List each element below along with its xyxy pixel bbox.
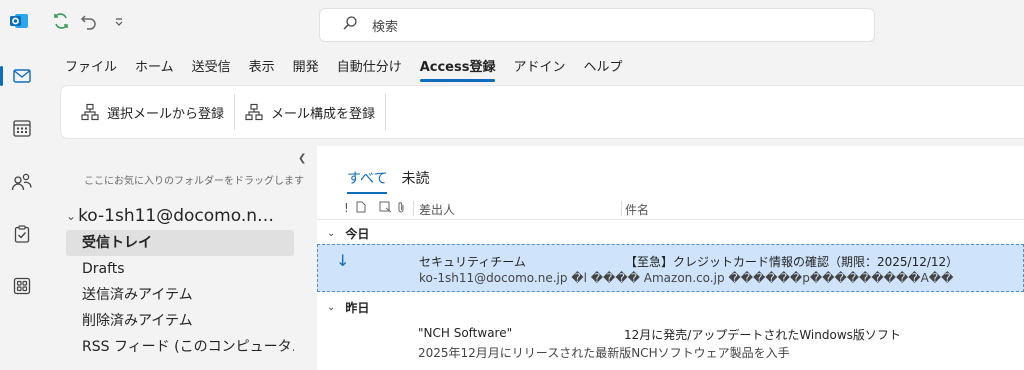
arrow-down-icon: ↓	[336, 251, 350, 270]
tasks-icon[interactable]	[6, 218, 38, 250]
folder-inbox[interactable]: 受信トレイ	[66, 230, 294, 256]
filter-all[interactable]: すべて	[347, 168, 388, 194]
search-placeholder: 検索	[372, 19, 399, 35]
message-sender: "NCH Software"	[418, 326, 513, 340]
tab-file[interactable]: ファイル	[56, 57, 126, 81]
account-node[interactable]: ⌄ ko-1sh11@docomo.n…	[66, 206, 274, 226]
register-from-selected-label: 選択メールから登録	[107, 106, 225, 122]
group-label: 今日	[345, 226, 370, 241]
collapse-pane-icon[interactable]: ❮	[298, 153, 306, 164]
group-header-today[interactable]: ⌄ 今日	[317, 222, 1024, 244]
folder-rss[interactable]: RSS フィード (このコンピュータ…	[66, 334, 294, 360]
people-icon[interactable]	[6, 166, 38, 198]
apps-icon[interactable]	[6, 270, 38, 302]
message-row[interactable]: "NCH Software" 12月に発売/アップデートされたWindows版ソ…	[317, 318, 1024, 366]
title-bar: 検索	[0, 0, 1024, 48]
register-from-selected-button[interactable]: 選択メールから登録	[71, 96, 234, 128]
tab-access-register[interactable]: Access登録	[411, 57, 505, 82]
sender-column[interactable]: 差出人	[419, 201, 455, 218]
tab-auto-sort[interactable]: 自動仕分け	[328, 57, 411, 81]
column-separator	[621, 201, 622, 216]
reminder-icon	[379, 201, 392, 213]
quick-access-dropdown-icon[interactable]	[110, 10, 128, 32]
search-icon	[342, 15, 358, 35]
calendar-icon[interactable]	[6, 112, 38, 144]
search-box[interactable]: 検索	[319, 8, 875, 42]
icon-column[interactable]	[356, 201, 366, 216]
ribbon-tabs: ファイル ホーム 送受信 表示 開発 自動仕分け Access登録 アドイン ヘ…	[56, 57, 632, 82]
message-preview: 2025年12月月にリリースされた最新版NCHソフトウェア製品を入手	[418, 346, 790, 360]
chevron-down-icon[interactable]: ⌄	[327, 228, 335, 239]
message-subject: 12月に発売/アップデートされたWindows版ソフト	[624, 328, 901, 342]
flag-column[interactable]	[379, 201, 393, 216]
org-chart-icon	[81, 103, 99, 121]
message-subject: 【至急】クレジットカード情報の確認（期限：2025/12/12）	[625, 255, 959, 269]
message-sender: セキュリティチーム	[419, 255, 526, 269]
folder-deleted[interactable]: 削除済みアイテム	[66, 308, 294, 334]
paperclip-icon	[398, 202, 404, 213]
chevron-down-icon[interactable]: ⌄	[66, 209, 76, 223]
tab-help[interactable]: ヘルプ	[575, 57, 632, 81]
tab-send-receive[interactable]: 送受信	[183, 57, 240, 81]
account-label: ko-1sh11@docomo.n…	[78, 206, 275, 226]
sync-icon[interactable]	[50, 10, 72, 32]
favorites-drop-hint: ここにお気に入りのフォルダーをドラッグします	[84, 176, 304, 187]
app-rail	[0, 48, 44, 370]
org-chart-icon	[245, 103, 263, 121]
filter-unread[interactable]: 未読	[401, 168, 429, 188]
mail-icon[interactable]	[0, 60, 38, 92]
group-header-yesterday[interactable]: ⌄ 昨日	[317, 296, 1024, 318]
subject-column[interactable]: 件名	[625, 201, 649, 218]
message-row[interactable]: ↓ セキュリティチーム 【至急】クレジットカード情報の確認（期限：2025/12…	[317, 244, 1024, 292]
tab-view[interactable]: 表示	[240, 57, 284, 81]
message-preview: ko-1sh11@docomo.ne.jp �l ���� Amazon.co.…	[419, 271, 954, 285]
group-label: 昨日	[345, 300, 370, 315]
register-structure-label: メール構成を登録	[271, 106, 376, 122]
tab-addins[interactable]: アドイン	[504, 57, 574, 81]
folder-sent[interactable]: 送信済みアイテム	[66, 282, 294, 308]
message-filters: すべて 未読	[347, 168, 429, 194]
outlook-logo-icon[interactable]	[8, 10, 30, 32]
importance-column[interactable]: !	[344, 201, 349, 215]
document-icon	[356, 201, 366, 213]
ribbon-divider	[385, 94, 387, 130]
attachment-column[interactable]	[397, 201, 405, 217]
column-header: ! 差出人 件名	[317, 198, 1024, 220]
chevron-down-icon[interactable]: ⌄	[327, 302, 335, 313]
register-structure-button[interactable]: メール構成を登録	[235, 96, 385, 128]
column-separator	[413, 201, 414, 216]
folder-drafts[interactable]: Drafts	[66, 256, 294, 282]
undo-icon[interactable]	[78, 10, 100, 32]
tab-home[interactable]: ホーム	[126, 57, 183, 81]
tab-developer[interactable]: 開発	[284, 57, 328, 81]
ribbon-commands: 選択メールから登録 メール構成を登録	[60, 85, 1024, 139]
